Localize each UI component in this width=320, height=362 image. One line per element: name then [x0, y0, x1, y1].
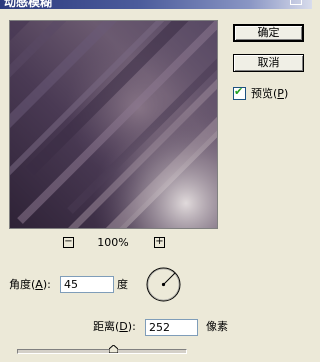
preview-image[interactable]: [9, 20, 218, 229]
motion-blur-dialog: 动感模糊 确定 取消 ✔ 预览(P) − 100% + 角度(A): 45 度 …: [0, 0, 312, 362]
zoom-level: 100%: [97, 236, 129, 249]
angle-label: 角度(A):: [9, 278, 51, 291]
ok-button[interactable]: 确定: [233, 24, 304, 42]
distance-input[interactable]: 252: [145, 319, 198, 336]
distance-unit: 像素: [206, 320, 228, 333]
checkmark-icon: ✔: [234, 84, 244, 98]
angle-dial[interactable]: [145, 266, 182, 303]
distance-label: 距离(D):: [93, 320, 136, 333]
dialog-title: 动感模糊: [4, 0, 53, 9]
preview-checkbox[interactable]: ✔: [233, 84, 246, 100]
preview-checkbox-label: 预览(P): [251, 87, 289, 100]
angle-dial-center: [161, 282, 166, 287]
angle-input[interactable]: 45: [60, 276, 114, 293]
angle-unit: 度: [117, 278, 128, 291]
cancel-button[interactable]: 取消: [233, 54, 304, 72]
zoom-out-button[interactable]: −: [63, 237, 74, 248]
zoom-in-button[interactable]: +: [154, 237, 165, 248]
motion-blur-preview-graphic: [10, 21, 217, 228]
distance-slider-thumb[interactable]: [109, 345, 119, 353]
distance-slider-track[interactable]: [17, 349, 187, 354]
preview-toggle[interactable]: ✔ 预览(P): [233, 84, 289, 100]
title-bar[interactable]: 动感模糊: [0, 0, 312, 9]
close-icon[interactable]: [290, 0, 302, 5]
